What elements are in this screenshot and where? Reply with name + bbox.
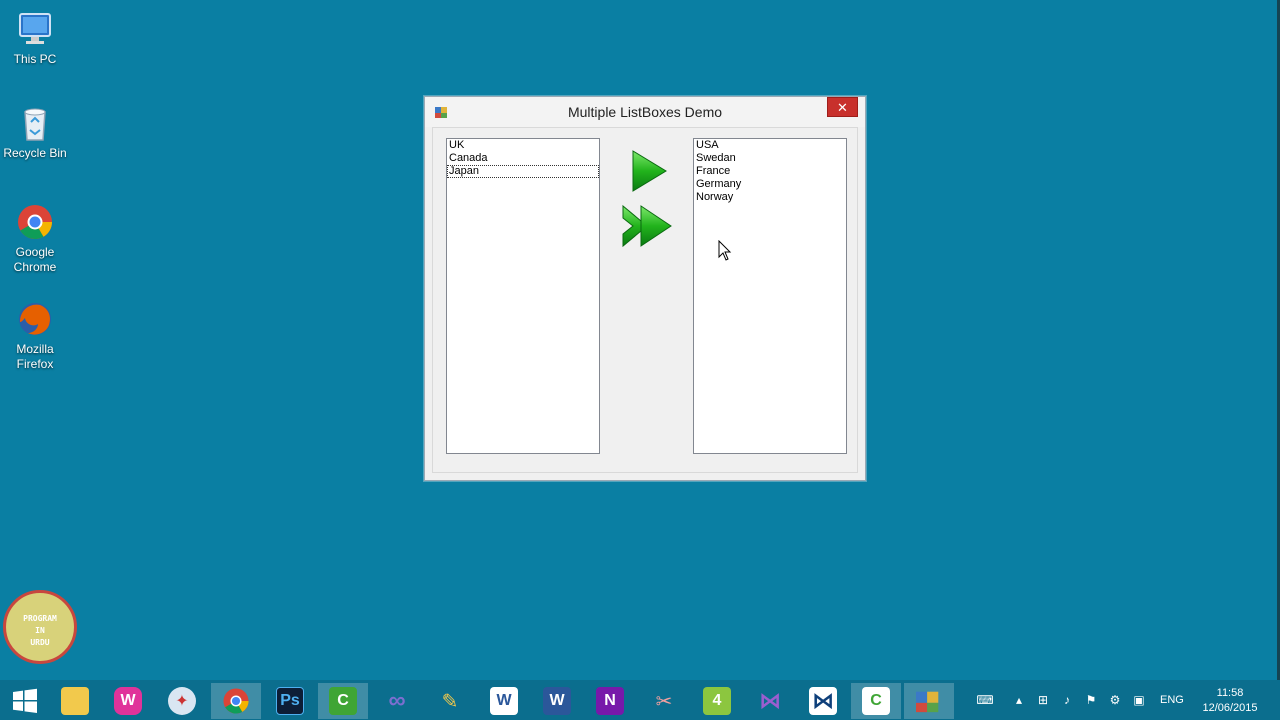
app-window: Multiple ListBoxes Demo ✕ UK Canada Japa… [424,96,866,481]
visual-studio-icon: ⋈ [759,688,781,713]
badge-line: IN [35,626,45,635]
recycle-bin-icon [16,104,54,142]
desktop-icon-label: Google Chrome [13,245,57,274]
move-one-button[interactable] [630,149,670,193]
taskbar-snipping-tool[interactable]: ✂ [639,683,689,719]
window-client-area: UK Canada Japan USA Swedan France German… [432,127,858,473]
window-title: Multiple ListBoxes Demo [567,104,723,120]
folder-icon [61,687,89,715]
close-button[interactable]: ✕ [827,97,858,117]
scissors-icon: ✂ [655,690,673,713]
firefox-icon [16,300,54,338]
taskbar-camtasia-2[interactable]: C [851,683,901,719]
system-clock[interactable]: 11:58 12/06/2015 [1196,686,1264,716]
move-all-button[interactable] [621,204,673,248]
power-icon[interactable]: ▣ [1132,693,1146,707]
taskbar-safari[interactable]: ✦ [157,683,207,719]
language-indicator[interactable]: ENG [1160,694,1184,706]
flag-icon[interactable]: ⚑ [1084,693,1098,707]
taskbar-visual-studio[interactable]: ⋈ [745,683,795,719]
windows-logo-icon [13,688,37,713]
list-item[interactable]: Germany [694,178,846,191]
app-icon [916,691,939,713]
action-center-icon[interactable]: ⊞ [1036,693,1050,707]
taskbar-notepad[interactable]: 4 [692,683,742,719]
desktop-icon-label: This PC [13,52,57,66]
onenote-icon: N [596,687,624,715]
taskbar-onenote[interactable]: N [585,683,635,719]
list-item[interactable]: Swedan [694,152,846,165]
desktop-icon-google-chrome[interactable]: Google Chrome [0,203,70,275]
desktop-icon-label: Mozilla Firefox [16,342,54,371]
word-icon: W [490,687,518,715]
desktop-icon-mozilla-firefox[interactable]: Mozilla Firefox [0,300,70,372]
taskbar-word[interactable]: W [479,683,529,719]
clock-time: 11:58 [1216,687,1244,699]
desktop-icon-recycle-bin[interactable]: Recycle Bin [0,104,70,161]
tools-icon: ✎ [441,690,459,713]
word-icon: W [543,687,571,715]
wamp-icon: W [114,687,142,715]
left-listbox[interactable]: UK Canada Japan [446,138,600,454]
taskbar-visual-studio-2[interactable]: ⋈ [798,683,848,719]
right-listbox[interactable]: USA Swedan France Germany Norway [693,138,847,454]
badge-line: URDU [30,638,50,647]
taskbar-file-explorer[interactable] [50,683,100,719]
badge-line: PROGRAM [23,614,57,623]
taskbar-camtasia[interactable]: C [318,683,368,719]
show-hidden-icons-icon[interactable]: ▴ [1012,693,1026,707]
taskbar-running-app[interactable] [904,683,954,719]
taskbar-photoshop[interactable]: Ps [265,683,315,719]
list-item[interactable]: France [694,165,846,178]
list-item[interactable]: USA [694,139,846,152]
list-item[interactable]: Japan [447,165,599,178]
taskbar-tools[interactable]: ✎ [425,683,475,719]
move-all-arrow-icon [622,204,672,248]
watermark-badge: PROGRAM IN URDU [3,590,77,664]
list-item[interactable]: Norway [694,191,846,204]
visual-studio-icon: ⋈ [809,687,837,715]
move-one-arrow-icon [632,150,667,192]
taskbar-wamp[interactable]: W [103,683,153,719]
photoshop-icon: Ps [276,687,304,715]
desktop-icon-this-pc[interactable]: This PC [0,10,70,67]
chrome-icon [16,203,54,241]
compass-icon: ✦ [168,687,196,715]
list-item[interactable]: Canada [447,152,599,165]
chrome-icon [223,688,249,714]
camtasia-icon: C [329,687,357,715]
taskbar-word-2[interactable]: W [532,683,582,719]
desktop-icon-label: Recycle Bin [3,146,67,160]
taskbar-chrome[interactable] [211,683,261,719]
volume-icon[interactable]: ♪ [1060,693,1074,707]
taskbar-eclipse[interactable]: ∞ [372,683,422,719]
computer-icon [16,10,54,48]
mouse-cursor-icon [718,239,732,262]
close-icon: ✕ [837,100,848,115]
camtasia-icon: C [862,687,890,715]
start-button[interactable] [0,683,50,719]
clock-date: 12/06/2015 [1202,702,1258,714]
title-bar[interactable]: Multiple ListBoxes Demo ✕ [425,97,865,127]
keyboard-icon[interactable]: ⌨ [970,693,1000,707]
list-item[interactable]: UK [447,139,599,152]
network-icon[interactable]: ⚙ [1108,693,1122,707]
notepad-icon: 4 [703,687,731,715]
infinity-icon: ∞ [388,687,406,714]
